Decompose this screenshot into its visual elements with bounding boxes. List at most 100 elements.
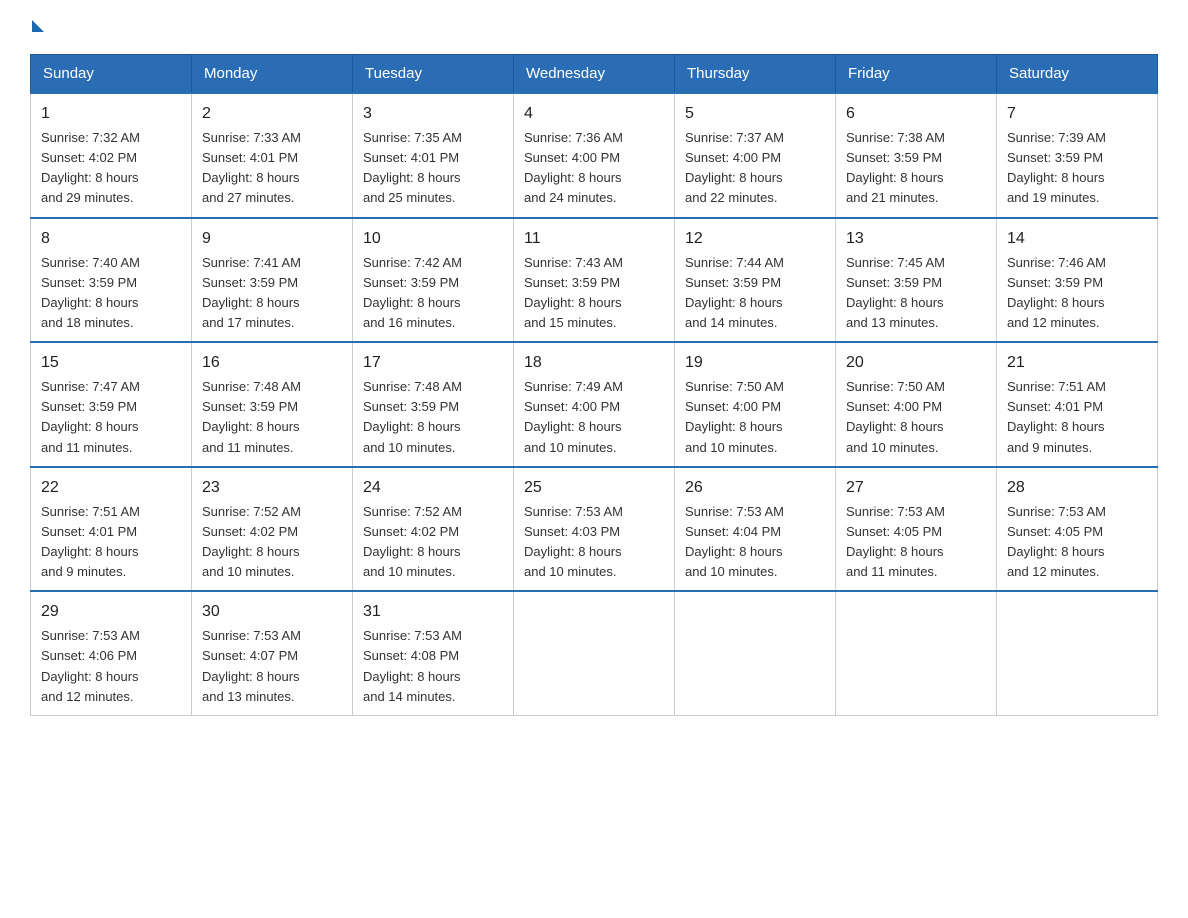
day-info: Sunrise: 7:51 AM Sunset: 4:01 PM Dayligh… <box>1007 377 1147 458</box>
day-cell: 28 Sunrise: 7:53 AM Sunset: 4:05 PM Dayl… <box>997 467 1158 592</box>
day-info: Sunrise: 7:53 AM Sunset: 4:08 PM Dayligh… <box>363 626 503 707</box>
day-info: Sunrise: 7:48 AM Sunset: 3:59 PM Dayligh… <box>202 377 342 458</box>
day-cell <box>514 591 675 715</box>
day-info: Sunrise: 7:53 AM Sunset: 4:05 PM Dayligh… <box>1007 502 1147 583</box>
day-cell: 27 Sunrise: 7:53 AM Sunset: 4:05 PM Dayl… <box>836 467 997 592</box>
day-cell: 10 Sunrise: 7:42 AM Sunset: 3:59 PM Dayl… <box>353 218 514 343</box>
day-info: Sunrise: 7:39 AM Sunset: 3:59 PM Dayligh… <box>1007 128 1147 209</box>
day-info: Sunrise: 7:50 AM Sunset: 4:00 PM Dayligh… <box>846 377 986 458</box>
day-cell: 1 Sunrise: 7:32 AM Sunset: 4:02 PM Dayli… <box>31 93 192 218</box>
column-header-wednesday: Wednesday <box>514 55 675 94</box>
day-cell: 7 Sunrise: 7:39 AM Sunset: 3:59 PM Dayli… <box>997 93 1158 218</box>
day-number: 6 <box>846 102 986 126</box>
day-number: 10 <box>363 227 503 251</box>
logo <box>30 20 44 34</box>
day-cell: 13 Sunrise: 7:45 AM Sunset: 3:59 PM Dayl… <box>836 218 997 343</box>
day-number: 18 <box>524 351 664 375</box>
column-header-thursday: Thursday <box>675 55 836 94</box>
day-info: Sunrise: 7:32 AM Sunset: 4:02 PM Dayligh… <box>41 128 181 209</box>
day-number: 3 <box>363 102 503 126</box>
day-info: Sunrise: 7:44 AM Sunset: 3:59 PM Dayligh… <box>685 253 825 334</box>
logo-blue-part <box>30 20 44 34</box>
week-row-4: 22 Sunrise: 7:51 AM Sunset: 4:01 PM Dayl… <box>31 467 1158 592</box>
day-info: Sunrise: 7:46 AM Sunset: 3:59 PM Dayligh… <box>1007 253 1147 334</box>
day-info: Sunrise: 7:41 AM Sunset: 3:59 PM Dayligh… <box>202 253 342 334</box>
logo-triangle-icon <box>32 20 44 32</box>
day-cell: 30 Sunrise: 7:53 AM Sunset: 4:07 PM Dayl… <box>192 591 353 715</box>
column-header-monday: Monday <box>192 55 353 94</box>
day-number: 2 <box>202 102 342 126</box>
column-header-sunday: Sunday <box>31 55 192 94</box>
day-cell: 11 Sunrise: 7:43 AM Sunset: 3:59 PM Dayl… <box>514 218 675 343</box>
day-number: 5 <box>685 102 825 126</box>
day-info: Sunrise: 7:53 AM Sunset: 4:04 PM Dayligh… <box>685 502 825 583</box>
day-cell: 5 Sunrise: 7:37 AM Sunset: 4:00 PM Dayli… <box>675 93 836 218</box>
page-header <box>30 20 1158 34</box>
day-number: 15 <box>41 351 181 375</box>
day-number: 31 <box>363 600 503 624</box>
day-number: 14 <box>1007 227 1147 251</box>
day-number: 29 <box>41 600 181 624</box>
day-cell: 21 Sunrise: 7:51 AM Sunset: 4:01 PM Dayl… <box>997 342 1158 467</box>
day-info: Sunrise: 7:52 AM Sunset: 4:02 PM Dayligh… <box>363 502 503 583</box>
column-header-saturday: Saturday <box>997 55 1158 94</box>
day-cell <box>675 591 836 715</box>
day-cell: 6 Sunrise: 7:38 AM Sunset: 3:59 PM Dayli… <box>836 93 997 218</box>
day-cell <box>997 591 1158 715</box>
day-cell: 23 Sunrise: 7:52 AM Sunset: 4:02 PM Dayl… <box>192 467 353 592</box>
day-info: Sunrise: 7:53 AM Sunset: 4:06 PM Dayligh… <box>41 626 181 707</box>
day-number: 17 <box>363 351 503 375</box>
day-info: Sunrise: 7:53 AM Sunset: 4:03 PM Dayligh… <box>524 502 664 583</box>
week-row-2: 8 Sunrise: 7:40 AM Sunset: 3:59 PM Dayli… <box>31 218 1158 343</box>
day-number: 30 <box>202 600 342 624</box>
day-number: 4 <box>524 102 664 126</box>
day-cell: 22 Sunrise: 7:51 AM Sunset: 4:01 PM Dayl… <box>31 467 192 592</box>
day-info: Sunrise: 7:53 AM Sunset: 4:05 PM Dayligh… <box>846 502 986 583</box>
day-number: 12 <box>685 227 825 251</box>
day-info: Sunrise: 7:43 AM Sunset: 3:59 PM Dayligh… <box>524 253 664 334</box>
day-info: Sunrise: 7:33 AM Sunset: 4:01 PM Dayligh… <box>202 128 342 209</box>
day-info: Sunrise: 7:35 AM Sunset: 4:01 PM Dayligh… <box>363 128 503 209</box>
day-info: Sunrise: 7:40 AM Sunset: 3:59 PM Dayligh… <box>41 253 181 334</box>
day-number: 9 <box>202 227 342 251</box>
column-header-tuesday: Tuesday <box>353 55 514 94</box>
day-cell: 25 Sunrise: 7:53 AM Sunset: 4:03 PM Dayl… <box>514 467 675 592</box>
day-number: 16 <box>202 351 342 375</box>
week-row-3: 15 Sunrise: 7:47 AM Sunset: 3:59 PM Dayl… <box>31 342 1158 467</box>
day-info: Sunrise: 7:51 AM Sunset: 4:01 PM Dayligh… <box>41 502 181 583</box>
day-number: 24 <box>363 476 503 500</box>
day-info: Sunrise: 7:37 AM Sunset: 4:00 PM Dayligh… <box>685 128 825 209</box>
day-cell: 29 Sunrise: 7:53 AM Sunset: 4:06 PM Dayl… <box>31 591 192 715</box>
day-cell: 26 Sunrise: 7:53 AM Sunset: 4:04 PM Dayl… <box>675 467 836 592</box>
day-info: Sunrise: 7:49 AM Sunset: 4:00 PM Dayligh… <box>524 377 664 458</box>
week-row-5: 29 Sunrise: 7:53 AM Sunset: 4:06 PM Dayl… <box>31 591 1158 715</box>
day-info: Sunrise: 7:47 AM Sunset: 3:59 PM Dayligh… <box>41 377 181 458</box>
day-info: Sunrise: 7:42 AM Sunset: 3:59 PM Dayligh… <box>363 253 503 334</box>
day-number: 23 <box>202 476 342 500</box>
day-info: Sunrise: 7:50 AM Sunset: 4:00 PM Dayligh… <box>685 377 825 458</box>
day-info: Sunrise: 7:53 AM Sunset: 4:07 PM Dayligh… <box>202 626 342 707</box>
week-row-1: 1 Sunrise: 7:32 AM Sunset: 4:02 PM Dayli… <box>31 93 1158 218</box>
day-number: 11 <box>524 227 664 251</box>
column-header-friday: Friday <box>836 55 997 94</box>
day-cell: 8 Sunrise: 7:40 AM Sunset: 3:59 PM Dayli… <box>31 218 192 343</box>
day-number: 27 <box>846 476 986 500</box>
calendar-table: SundayMondayTuesdayWednesdayThursdayFrid… <box>30 54 1158 716</box>
day-info: Sunrise: 7:48 AM Sunset: 3:59 PM Dayligh… <box>363 377 503 458</box>
day-cell: 19 Sunrise: 7:50 AM Sunset: 4:00 PM Dayl… <box>675 342 836 467</box>
day-number: 28 <box>1007 476 1147 500</box>
day-cell: 20 Sunrise: 7:50 AM Sunset: 4:00 PM Dayl… <box>836 342 997 467</box>
day-cell: 14 Sunrise: 7:46 AM Sunset: 3:59 PM Dayl… <box>997 218 1158 343</box>
day-cell: 4 Sunrise: 7:36 AM Sunset: 4:00 PM Dayli… <box>514 93 675 218</box>
day-number: 26 <box>685 476 825 500</box>
day-info: Sunrise: 7:36 AM Sunset: 4:00 PM Dayligh… <box>524 128 664 209</box>
day-number: 19 <box>685 351 825 375</box>
day-cell: 17 Sunrise: 7:48 AM Sunset: 3:59 PM Dayl… <box>353 342 514 467</box>
day-number: 22 <box>41 476 181 500</box>
day-number: 7 <box>1007 102 1147 126</box>
day-number: 20 <box>846 351 986 375</box>
day-number: 25 <box>524 476 664 500</box>
day-info: Sunrise: 7:38 AM Sunset: 3:59 PM Dayligh… <box>846 128 986 209</box>
day-cell <box>836 591 997 715</box>
day-info: Sunrise: 7:52 AM Sunset: 4:02 PM Dayligh… <box>202 502 342 583</box>
